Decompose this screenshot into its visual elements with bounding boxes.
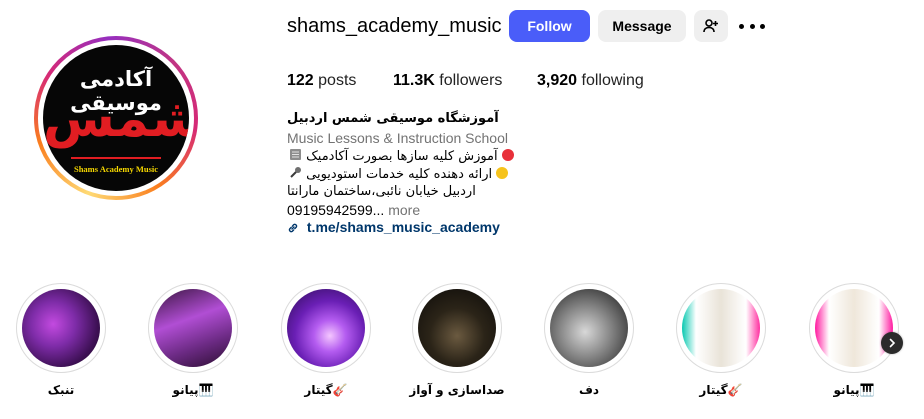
- profile-username: shams_academy_music: [287, 15, 502, 37]
- highlight-label: پیانو🎹: [172, 383, 214, 397]
- red-circle-icon: [501, 149, 514, 161]
- bio-line-4-text: 09195942599...: [287, 202, 385, 218]
- highlight-cover-image: [154, 289, 232, 367]
- message-button[interactable]: Message: [598, 10, 686, 42]
- highlight-cover-ring[interactable]: [412, 283, 502, 373]
- bio-line-2-text: ارائه دهنده کلیه خدمات استودیویی: [306, 167, 493, 182]
- highlight-cover-image: [418, 289, 496, 367]
- highlight-item[interactable]: دف: [541, 283, 637, 397]
- followers-stat[interactable]: 11.3K followers: [393, 72, 502, 90]
- highlight-label: صداسازی و آواز: [409, 383, 505, 397]
- highlight-cover-image: [22, 289, 100, 367]
- microphone-icon: [290, 167, 301, 178]
- posts-count: 122: [287, 72, 314, 89]
- highlight-label: پیانو🎹: [833, 383, 875, 397]
- profile-avatar-ring[interactable]: آکادمی موسیقی شمس Shams Academy Music: [34, 36, 198, 200]
- highlight-label: تنبک: [47, 383, 75, 397]
- bio-full-name: آموزشگاه موسیقی شمس اردبیل: [287, 111, 499, 126]
- add-user-button[interactable]: [694, 10, 728, 42]
- highlight-item[interactable]: گیتار🎸: [673, 283, 769, 397]
- bio-line-2: ارائه دهنده کلیه خدمات استودیویی: [287, 166, 924, 182]
- bio-line-3: اردبیل خیابان نائبی،ساختمان مارانتا: [287, 184, 476, 199]
- highlight-cover-image: [682, 289, 760, 367]
- highlight-cover-image: [287, 289, 365, 367]
- link-icon: [288, 223, 298, 233]
- bio-external-link[interactable]: t.me/shams_music_academy: [287, 219, 924, 235]
- bio-link-text: t.me/shams_music_academy: [306, 219, 500, 235]
- highlight-label: گیتار🎸: [304, 383, 348, 397]
- highlight-cover-ring[interactable]: [544, 283, 634, 373]
- following-count: 3,920: [537, 72, 578, 89]
- highlight-item[interactable]: گیتار🎸: [278, 283, 374, 397]
- bio-line-4: 09195942599... more: [287, 202, 924, 218]
- logo-sub-text: Shams Academy Music: [73, 164, 159, 174]
- yellow-circle-icon: [496, 167, 509, 179]
- more-dot-icon: [739, 23, 744, 29]
- highlight-item[interactable]: پیانو🎹: [145, 283, 241, 397]
- highlight-cover-ring[interactable]: [676, 283, 766, 373]
- chevron-right-icon: [889, 338, 896, 348]
- highlight-cover-ring[interactable]: [148, 283, 238, 373]
- highlight-item[interactable]: تنبک: [13, 283, 109, 397]
- followers-label: followers: [439, 72, 503, 89]
- highlight-label: دف: [578, 383, 600, 397]
- highlight-cover-image: [815, 289, 893, 367]
- followers-count: 11.3K: [393, 72, 435, 89]
- highlight-cover-image: [550, 289, 628, 367]
- highlights-next-button[interactable]: [881, 332, 903, 354]
- more-options-button[interactable]: [739, 17, 765, 35]
- more-dot-icon: [760, 23, 765, 29]
- logo-underline: [71, 157, 161, 159]
- bio-line-1: آموزش کلیه سازها بصورت آکادمیک: [287, 148, 924, 164]
- highlight-cover-ring[interactable]: [281, 283, 371, 373]
- highlight-item[interactable]: صداسازی و آواز: [409, 283, 505, 397]
- highlight-cover-ring[interactable]: [809, 283, 899, 373]
- bio-category: Music Lessons & Instruction School: [287, 130, 508, 146]
- more-dot-icon: [749, 23, 755, 29]
- posts-label: posts: [318, 72, 357, 89]
- person-add-icon: [703, 19, 718, 33]
- bio-line-1-text: آموزش کلیه سازها بصورت آکادمیک: [306, 149, 498, 164]
- following-label: following: [581, 72, 644, 89]
- posts-stat: 122 posts: [287, 72, 356, 90]
- logo-main-text: شمس: [43, 89, 189, 149]
- profile-avatar[interactable]: آکادمی موسیقی شمس Shams Academy Music: [43, 45, 189, 191]
- highlight-cover-ring[interactable]: [16, 283, 106, 373]
- highlight-label: گیتار🎸: [699, 383, 743, 397]
- bio-more-link[interactable]: more: [388, 202, 420, 218]
- follow-button[interactable]: Follow: [509, 10, 590, 42]
- following-stat[interactable]: 3,920 following: [537, 72, 644, 90]
- musical-score-icon: [290, 149, 301, 160]
